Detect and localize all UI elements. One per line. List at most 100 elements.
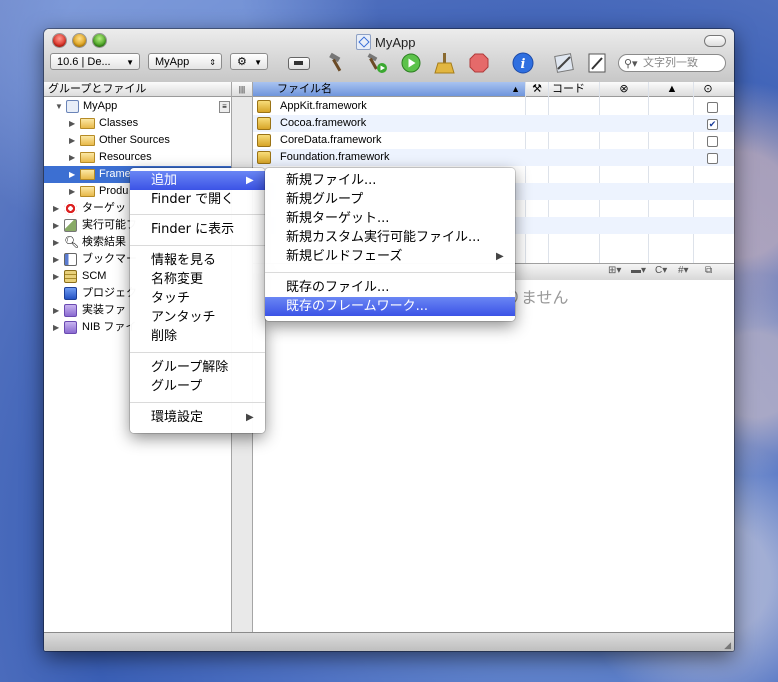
menu-item-new-build-phase[interactable]: 新規ビルドフェーズ ▶ <box>265 247 515 266</box>
column-filename[interactable]: ファイル名 ▲ <box>253 82 525 97</box>
menu-item-untouch[interactable]: アンタッチ <box>130 308 265 327</box>
disclosure-closed-icon: ▶ <box>53 272 60 281</box>
error-icon: ⊗ <box>619 83 629 95</box>
project-icon <box>356 34 371 50</box>
groups-files-header[interactable]: グループとファイル <box>44 82 231 97</box>
column-errors[interactable]: ⊗ <box>613 82 635 97</box>
menu-item-label: グループ <box>151 379 203 394</box>
target-popup[interactable]: MyApp ⇕ <box>148 53 222 70</box>
build-and-run-button[interactable] <box>366 52 388 74</box>
target-popup-label: MyApp <box>155 56 190 68</box>
target-checkbox[interactable] <box>707 136 718 147</box>
minimize-button[interactable] <box>73 34 86 47</box>
column-code[interactable]: コード <box>549 82 599 97</box>
menu-item-delete[interactable]: 削除 <box>130 327 265 346</box>
menu-item-preferences[interactable]: 環境設定 ▶ <box>130 408 265 427</box>
tree-item-other-sources[interactable]: ▶ Other Sources <box>44 132 231 149</box>
menu-item-ungroup[interactable]: グループ解除 <box>130 358 265 377</box>
column-code-label: コード <box>552 83 585 95</box>
column-build[interactable]: ⚒ <box>526 82 548 97</box>
split-editor-icon[interactable]: ⧉ <box>705 265 712 276</box>
menu-item-get-info[interactable]: 情報を見る <box>130 251 265 270</box>
menu-item-label: 名称変更 <box>151 272 204 287</box>
file-row[interactable]: Cocoa.framework ✔ <box>253 115 734 132</box>
detail-toggle-icon[interactable]: ≡ <box>219 101 230 113</box>
framework-icon <box>257 100 271 113</box>
menu-item-label: 新規グループ <box>286 192 364 207</box>
menu-item-group[interactable]: グループ <box>130 377 265 396</box>
file-row[interactable]: Foundation.framework <box>253 149 734 166</box>
tree-item-label: Resources <box>99 151 152 163</box>
disclosure-closed-icon: ▶ <box>53 255 60 264</box>
menu-item-label: 削除 <box>151 329 178 344</box>
smart-group-icon <box>64 304 77 317</box>
menu-item-existing-frameworks[interactable]: 既存のフレームワーク... <box>265 297 515 316</box>
menu-item-existing-files[interactable]: 既存のファイル... <box>265 278 515 297</box>
menu-item-new-target[interactable]: 新規ターゲット... <box>265 209 515 228</box>
toolbar-toggle-button[interactable] <box>704 35 726 47</box>
include-popup-icon[interactable]: #▾ <box>678 265 689 276</box>
disclosure-closed-icon: ▶ <box>69 136 76 145</box>
symbols-cube-icon <box>64 287 77 300</box>
action-popup[interactable]: ⚙ ▼ <box>230 53 268 70</box>
menu-item-open-in-finder[interactable]: Finder で開く <box>130 190 265 209</box>
file-row[interactable]: CoreData.framework <box>253 132 734 149</box>
splitter-handle-icon[interactable]: ||| <box>232 82 252 97</box>
clean-button[interactable] <box>434 52 456 74</box>
close-button[interactable] <box>53 34 66 47</box>
tree-item-project[interactable]: ▼ MyApp ≡ <box>44 98 231 115</box>
menu-item-reveal-in-finder[interactable]: Finder に表示 <box>130 220 265 239</box>
file-name: Cocoa.framework <box>280 117 367 129</box>
svg-text:i: i <box>521 57 526 72</box>
menu-separator <box>265 272 515 273</box>
menu-item-label: 新規カスタム実行可能ファイル... <box>286 230 481 245</box>
disclosure-closed-icon: ▶ <box>69 187 76 196</box>
disclosure-closed-icon: ▶ <box>53 204 60 213</box>
sdk-popup[interactable]: 10.6 | De... ▼ <box>50 53 140 70</box>
menu-item-label: 追加 <box>151 173 178 188</box>
tasks-button[interactable] <box>586 52 608 74</box>
menu-item-rename[interactable]: 名称変更 <box>130 270 265 289</box>
target-checkbox-checked[interactable]: ✔ <box>707 119 718 130</box>
tree-item-label: Other Sources <box>99 134 170 146</box>
popup-arrow-icon: ▼ <box>254 58 262 67</box>
tree-item-resources[interactable]: ▶ Resources <box>44 149 231 166</box>
tree-item-classes[interactable]: ▶ Classes <box>44 115 231 132</box>
menu-item-new-custom-executable[interactable]: 新規カスタム実行可能ファイル... <box>265 228 515 247</box>
tree-item-label: プロジェク <box>82 287 137 299</box>
editor-icon <box>554 53 574 73</box>
menu-item-touch[interactable]: タッチ <box>130 289 265 308</box>
stop-button[interactable] <box>468 52 490 74</box>
target-checkbox[interactable] <box>707 153 718 164</box>
disclosure-closed-icon: ▶ <box>69 119 76 128</box>
run-button[interactable] <box>400 52 422 74</box>
menu-item-label: 環境設定 <box>151 410 204 425</box>
search-field[interactable]: ⚲▾ 文字列一致 <box>618 54 726 72</box>
menu-item-add[interactable]: 追加 ▶ <box>130 171 265 190</box>
target-checkbox[interactable] <box>707 102 718 113</box>
resize-grip-icon[interactable]: ◢ <box>724 640 731 651</box>
file-history-icon[interactable]: ⊞▾ <box>608 265 621 276</box>
info-button[interactable]: i <box>512 52 534 74</box>
class-popup-icon[interactable]: C▾ <box>655 265 667 276</box>
smart-group-icon <box>64 321 77 334</box>
hammer-icon: ⚒ <box>532 83 542 95</box>
gear-icon: ⚙ <box>237 56 247 68</box>
play-icon <box>401 53 421 73</box>
zoom-button[interactable] <box>93 34 106 47</box>
column-warnings[interactable]: ▲ <box>661 82 683 97</box>
groups-files-header-label: グループとファイル <box>48 83 147 95</box>
functions-popup-icon[interactable]: ▬▾ <box>631 265 646 276</box>
window-title-text: MyApp <box>375 34 416 50</box>
stop-icon <box>469 53 489 73</box>
column-target[interactable]: ⊙ <box>697 82 719 97</box>
build-button[interactable] <box>326 52 348 74</box>
breakpoints-button[interactable] <box>288 52 310 74</box>
menu-item-new-group[interactable]: 新規グループ <box>265 190 515 209</box>
tree-item-label: ターゲッ <box>82 202 126 214</box>
file-row[interactable]: AppKit.framework <box>253 98 734 115</box>
framework-icon <box>257 117 271 130</box>
bookmark-icon <box>64 253 77 266</box>
editor-toggle-button[interactable] <box>553 52 575 74</box>
menu-item-new-file[interactable]: 新規ファイル... <box>265 171 515 190</box>
